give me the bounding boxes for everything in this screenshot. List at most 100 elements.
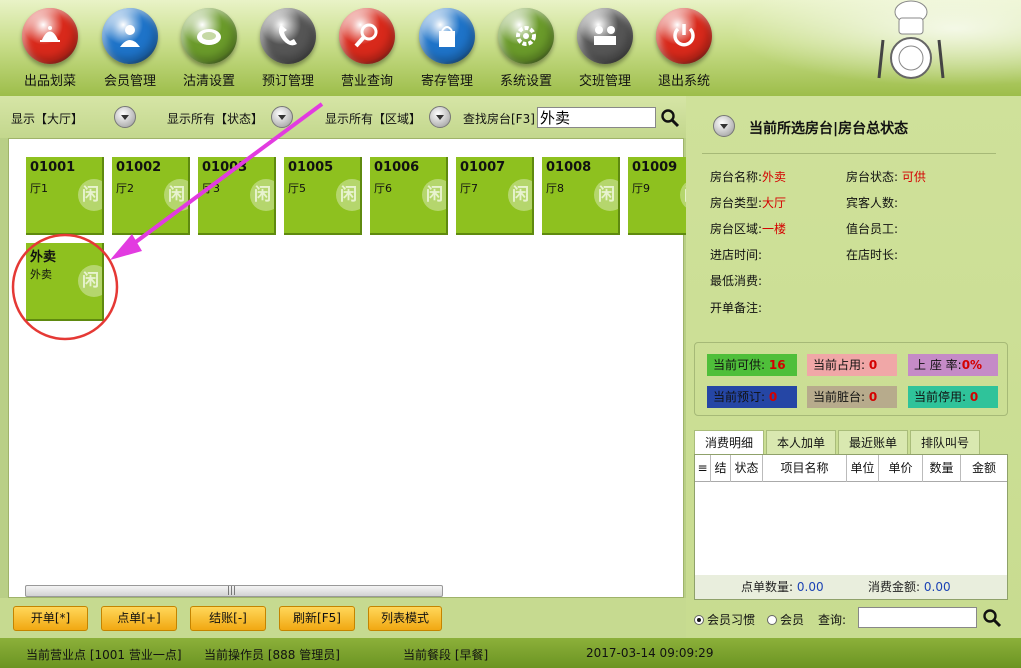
- table-tile[interactable]: 01007 厅7 闲: [456, 157, 534, 235]
- toolbar-button-8[interactable]: 交班管理: [570, 8, 640, 92]
- panel-title: 当前所选房台|房台总状态: [749, 121, 909, 137]
- gear-icon: [498, 8, 554, 64]
- table-name: 厅1: [30, 182, 48, 195]
- status-dropdown-icon[interactable]: [271, 106, 293, 128]
- table-status-value: 可供: [901, 170, 926, 184]
- stat-dirty[interactable]: 当前脏台: 0: [807, 386, 897, 408]
- col-amount[interactable]: 金额: [961, 455, 1007, 482]
- stat-disabled[interactable]: 当前停用: 0: [908, 386, 998, 408]
- add-order-button[interactable]: 点单[+]: [101, 606, 177, 631]
- stat-reserved[interactable]: 当前预订: 0: [707, 386, 797, 408]
- right-status-panel: 当前所选房台|房台总状态 房台名称:外卖 房台状态: 可供 房台类型:大厅 宾客…: [686, 96, 1021, 638]
- toolbar-button-9[interactable]: 退出系统: [649, 8, 719, 92]
- min-spend-label: 最低消费:: [710, 274, 763, 288]
- table-status-label: 房台状态:: [846, 170, 899, 184]
- idle-status-icon: 闲: [336, 179, 360, 211]
- display-area-label: 显示所有【区域】: [325, 112, 422, 126]
- scroll-grip-icon: |||: [227, 586, 237, 596]
- bag-icon: [419, 8, 475, 64]
- magnifier-icon: [339, 8, 395, 64]
- decorative-swirl: [691, 0, 1021, 96]
- tab-queue-call[interactable]: 排队叫号: [910, 430, 980, 454]
- duration-label: 在店时长:: [846, 248, 899, 262]
- display-status-label: 显示所有【状态】: [167, 112, 264, 126]
- col-unit-price[interactable]: 单价: [879, 455, 923, 482]
- stat-occupied[interactable]: 当前占用: 0: [807, 354, 897, 376]
- table-name: 外卖: [30, 268, 52, 281]
- query-search-icon[interactable]: [982, 608, 1002, 628]
- query-label: 查询:: [818, 613, 847, 627]
- toolbar-button-5[interactable]: 营业查询: [332, 8, 402, 92]
- toolbar-button-1[interactable]: 出品划菜: [15, 8, 85, 92]
- table-tile[interactable]: 外卖 外卖闲: [26, 243, 104, 321]
- tab-my-additions[interactable]: 本人加单: [766, 430, 836, 454]
- idle-status-icon: 闲: [164, 179, 188, 211]
- stat-reserved-label: 当前预订:: [713, 390, 766, 404]
- power-icon: [656, 8, 712, 64]
- col-item-name[interactable]: 项目名称: [763, 455, 847, 482]
- idle-status-icon: 闲: [422, 179, 446, 211]
- refresh-button[interactable]: 刷新[F5]: [279, 606, 355, 631]
- table-type-info: 房台类型:大厅: [710, 194, 786, 211]
- table-tile[interactable]: 01003 厅3 闲: [198, 157, 276, 235]
- table-tile[interactable]: 01005 厅5 闲: [284, 157, 362, 235]
- radio-member-habit[interactable]: 会员习惯: [694, 611, 755, 628]
- stat-seat-rate[interactable]: 上 座 率:0%: [908, 354, 998, 376]
- table-code: 01008: [546, 160, 592, 175]
- tab-recent-bills[interactable]: 最近账单: [838, 430, 908, 454]
- radio-member[interactable]: 会员: [767, 611, 804, 628]
- table-tile[interactable]: 01008 厅8 闲: [542, 157, 620, 235]
- search-icon[interactable]: [660, 108, 680, 128]
- member-icon: [102, 8, 158, 64]
- table-area-value: 一楼: [762, 222, 787, 236]
- col-quantity[interactable]: 数量: [923, 455, 961, 482]
- checkout-button[interactable]: 结账[-]: [190, 606, 266, 631]
- hall-dropdown-icon[interactable]: [114, 106, 136, 128]
- table-area-info: 房台区域:一楼: [710, 220, 786, 237]
- list-mode-button[interactable]: 列表模式: [368, 606, 442, 631]
- area-dropdown-icon[interactable]: [429, 106, 451, 128]
- table-tile[interactable]: 01006 厅6 闲: [370, 157, 448, 235]
- open-order-button[interactable]: 开单[*]: [13, 606, 88, 631]
- tab-consumption-detail[interactable]: 消费明细: [694, 430, 764, 454]
- radio-checked-icon: [694, 615, 704, 625]
- status-bar: 当前营业点 [1001 营业一点] 当前操作员 [888 管理员] 当前餐段 […: [0, 638, 1021, 668]
- table-area-label: 房台区域:: [710, 222, 763, 236]
- stat-available-label: 当前可供:: [713, 358, 766, 372]
- panel-collapse-icon[interactable]: [713, 115, 735, 137]
- table-code: 外卖: [30, 250, 57, 265]
- staff-label: 值台员工:: [846, 222, 899, 236]
- toolbar-button-7[interactable]: 系统设置: [491, 8, 561, 92]
- idle-status-icon: 闲: [250, 179, 274, 211]
- table-name: 厅7: [460, 182, 478, 195]
- col-status[interactable]: 状态: [731, 455, 763, 482]
- table-tile[interactable]: 01001 厅1 闲: [26, 157, 104, 235]
- table-code: 01003: [202, 160, 248, 175]
- stat-disabled-label: 当前停用:: [914, 390, 967, 404]
- query-input[interactable]: [858, 607, 977, 628]
- toolbar-button-2[interactable]: 会员管理: [95, 8, 165, 92]
- toolbar-button-3[interactable]: 沽清设置: [174, 8, 244, 92]
- current-outlet: 当前营业点 [1001 营业一点]: [26, 648, 182, 662]
- table-name: 厅9: [632, 182, 650, 195]
- plate-icon: [181, 8, 237, 64]
- stat-dirty-label: 当前脏台:: [813, 390, 866, 404]
- stat-available-value: 16: [768, 358, 786, 372]
- search-table-input[interactable]: [537, 107, 656, 128]
- current-datetime: 2017-03-14 09:09:29: [586, 646, 714, 660]
- table-status-info: 房台状态: 可供: [846, 168, 926, 185]
- grid-menu-icon[interactable]: ≡: [695, 455, 711, 482]
- table-name: 厅5: [288, 182, 306, 195]
- stat-occupied-value: 0: [868, 358, 878, 372]
- table-type-label: 房台类型:: [710, 196, 763, 210]
- col-unit[interactable]: 单位: [847, 455, 879, 482]
- toolbar-button-label: 系统设置: [499, 74, 552, 89]
- col-settled[interactable]: 结: [711, 455, 731, 482]
- order-count: 点单数量: 0.00: [741, 575, 824, 599]
- table-tile[interactable]: 01002 厅2 闲: [112, 157, 190, 235]
- stat-available[interactable]: 当前可供: 16: [707, 354, 797, 376]
- horizontal-scrollbar[interactable]: |||: [25, 585, 443, 597]
- toolbar-button-6[interactable]: 寄存管理: [412, 8, 482, 92]
- toolbar-button-4[interactable]: 预订管理: [253, 8, 323, 92]
- grid-header: ≡ 结 状态 项目名称 单位 单价 数量 金额: [695, 455, 1007, 482]
